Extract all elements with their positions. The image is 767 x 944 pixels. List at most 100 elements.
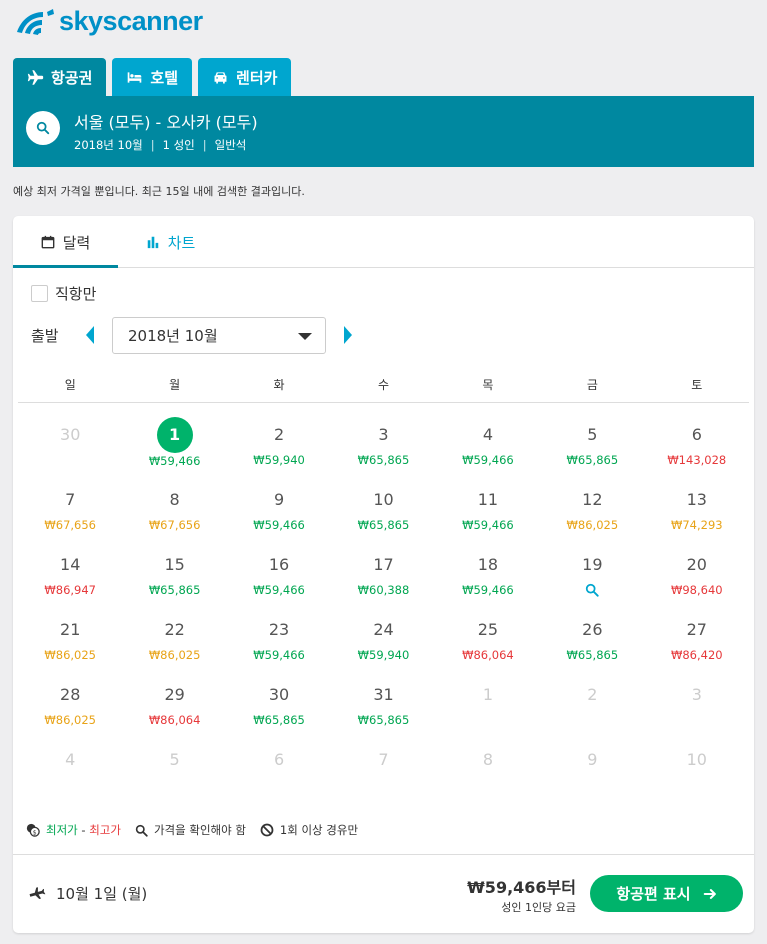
- day-price: ₩59,466: [253, 518, 305, 532]
- chevron-right-icon: [344, 326, 352, 344]
- day-number: 16: [268, 555, 290, 574]
- calendar-icon: [41, 235, 55, 249]
- calendar-day[interactable]: 12 ₩86,025: [540, 469, 644, 534]
- tab-car-hire[interactable]: 렌터카: [198, 58, 292, 96]
- selected-date-label: 10월 1일 (월): [56, 885, 148, 903]
- legend-stops: 1회 이상 경유만: [260, 822, 358, 838]
- active-tab-indicator: [13, 265, 118, 268]
- day-price: ₩86,025: [44, 713, 97, 727]
- calendar-day[interactable]: 2 ₩59,940: [227, 404, 331, 469]
- calendar-day[interactable]: 24 ₩59,940: [331, 599, 435, 664]
- day-number: 17: [373, 555, 394, 574]
- next-month-button[interactable]: [342, 325, 354, 345]
- calendar-day[interactable]: 23 ₩59,466: [227, 599, 331, 664]
- calendar-day[interactable]: 9 ₩59,466: [227, 469, 331, 534]
- search-cabin: 일반석: [214, 138, 247, 152]
- day-price: ₩86,947: [44, 583, 97, 597]
- calendar-day[interactable]: 4 ₩59,466: [436, 404, 540, 469]
- calendar-day[interactable]: 22 ₩86,025: [122, 599, 226, 664]
- day-number: 28: [60, 685, 81, 704]
- day-number: 29: [164, 685, 185, 704]
- search-meta: 2018년 10월 | 1 성인 | 일반석: [74, 137, 246, 153]
- day-price: ₩65,865: [566, 453, 619, 467]
- calendar-day[interactable]: 18 ₩59,466: [436, 534, 540, 599]
- calendar-day[interactable]: 31 ₩65,865: [331, 664, 435, 729]
- bed-icon: [126, 69, 143, 86]
- day-price: ₩59,466: [462, 583, 514, 597]
- skyscanner-logo[interactable]: skyscanner: [13, 4, 203, 38]
- svg-text:$: $: [33, 829, 37, 836]
- tab-label: 항공권: [51, 68, 93, 87]
- day-number: 10: [373, 490, 394, 509]
- calendar-day[interactable]: 13 ₩74,293: [645, 469, 749, 534]
- calendar-day[interactable]: 26 ₩65,865: [540, 599, 644, 664]
- search-icon: [135, 824, 148, 837]
- day-price: ₩65,865: [253, 713, 305, 727]
- calendar-day[interactable]: 6 ₩143,028: [645, 404, 749, 469]
- calendar-day[interactable]: 20 ₩98,640: [645, 534, 749, 599]
- day-price: ₩59,466: [148, 454, 201, 468]
- calendar-day[interactable]: 29 ₩86,064: [122, 664, 226, 729]
- calendar-day[interactable]: 15 ₩65,865: [122, 534, 226, 599]
- month-select[interactable]: 2018년 10월: [112, 317, 326, 354]
- calendar-day[interactable]: 5 ₩65,865: [540, 404, 644, 469]
- direct-only-checkbox[interactable]: 직항만: [31, 283, 96, 304]
- calendar-day[interactable]: 1 ₩59,466: [122, 404, 226, 469]
- calendar-day[interactable]: 21 ₩86,025: [18, 599, 122, 664]
- day-number: 20: [686, 555, 707, 574]
- day-number: 1: [482, 685, 494, 704]
- calendar-day[interactable]: 14 ₩86,947: [18, 534, 122, 599]
- checkbox[interactable]: [31, 285, 48, 302]
- tab-flights[interactable]: 항공권: [13, 58, 107, 96]
- day-number: 30: [268, 685, 290, 704]
- previous-month-button[interactable]: [84, 325, 96, 345]
- tab-chart[interactable]: 차트: [118, 216, 223, 268]
- day-number: 21: [60, 620, 81, 639]
- brand-name: skyscanner: [59, 5, 203, 36]
- tab-hotels[interactable]: 호텔: [112, 58, 193, 96]
- day-number: 30: [60, 425, 81, 444]
- day-number: 15: [164, 555, 185, 574]
- search-icon[interactable]: [26, 111, 60, 145]
- price-notice: 예상 최저 가격일 뿐입니다. 최근 15일 내에 검색한 결과입니다.: [13, 185, 305, 198]
- calendar-day[interactable]: 27 ₩86,420: [645, 599, 749, 664]
- calendar-day[interactable]: 10 ₩65,865: [331, 469, 435, 534]
- day-number: 6: [691, 425, 702, 444]
- day-number: 5: [169, 750, 180, 769]
- route-title: 서울 (모두) - 오사카 (모두): [74, 113, 258, 132]
- car-icon: [212, 69, 229, 86]
- legend-price-range: $ 최저가 - 최고가: [26, 822, 121, 838]
- weekday: 목: [482, 378, 494, 392]
- calendar-day[interactable]: 8 ₩67,656: [122, 469, 226, 534]
- divider: |: [150, 138, 155, 152]
- search-month: 2018년 10월: [74, 138, 143, 152]
- day-number: 3: [378, 425, 389, 444]
- day-price: ₩59,466: [253, 583, 305, 597]
- day-price: ₩67,656: [148, 518, 201, 532]
- calendar-day[interactable]: 11 ₩59,466: [436, 469, 540, 534]
- weekday: 수: [377, 378, 390, 392]
- bar-chart-icon: [146, 235, 160, 249]
- calendar-day[interactable]: 7 ₩67,656: [18, 469, 122, 534]
- day-price: ₩86,420: [670, 648, 723, 662]
- search-summary[interactable]: 서울 (모두) - 오사카 (모두) 2018년 10월 | 1 성인 | 일반…: [13, 96, 754, 167]
- search-icon[interactable]: [585, 583, 599, 597]
- calendar-day[interactable]: 30 ₩65,865: [227, 664, 331, 729]
- show-flights-button[interactable]: 항공편 표시: [590, 875, 743, 912]
- depart-label: 출발: [31, 327, 59, 345]
- show-flights-label: 항공편 표시: [616, 885, 691, 903]
- calendar-day[interactable]: 17 ₩60,388: [331, 534, 435, 599]
- day-number: 3: [691, 685, 702, 704]
- calendar-day[interactable]: 25 ₩86,064: [436, 599, 540, 664]
- calendar-day[interactable]: 19: [540, 534, 644, 599]
- no-entry-icon: [260, 823, 274, 837]
- day-price: ₩59,940: [253, 453, 305, 467]
- day-price: ₩65,865: [148, 583, 201, 597]
- calendar-day[interactable]: 28 ₩86,025: [18, 664, 122, 729]
- day-price: ₩86,025: [148, 648, 201, 662]
- day-number: 8: [169, 490, 180, 509]
- calendar-day[interactable]: 3 ₩65,865: [331, 404, 435, 469]
- tab-label: 렌터카: [236, 68, 278, 87]
- tab-calendar[interactable]: 달력: [13, 216, 118, 268]
- calendar-day[interactable]: 16 ₩59,466: [227, 534, 331, 599]
